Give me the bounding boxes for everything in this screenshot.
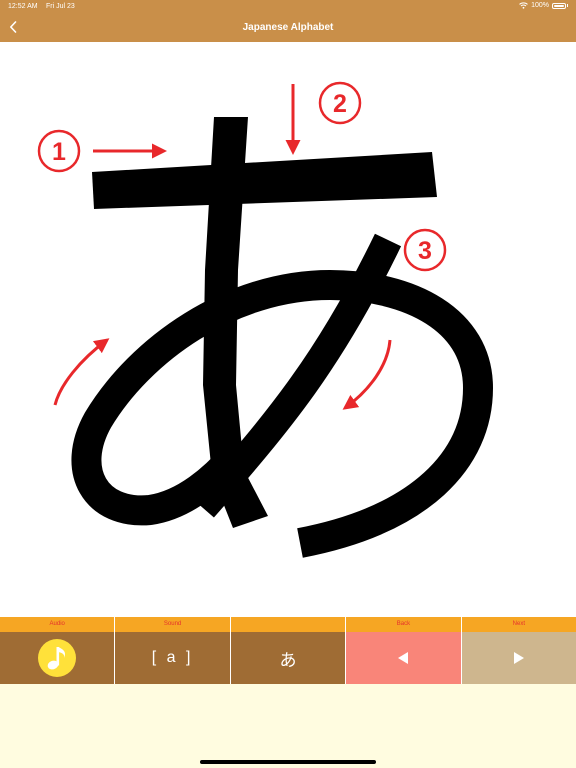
stroke-order-diagram: 1 2 3: [0, 42, 576, 617]
previous-button[interactable]: [346, 632, 461, 684]
kana-tool: あ: [230, 617, 347, 684]
sound-label: Sound: [115, 617, 230, 632]
kana-button[interactable]: あ: [230, 632, 346, 684]
status-time: 12:52 AM: [8, 3, 38, 10]
romaji-sound: [ a ]: [151, 649, 194, 666]
status-right: 100%: [519, 2, 568, 9]
next-label: Next: [461, 617, 576, 632]
stroke-number-3: 3: [418, 237, 432, 265]
next-tool: Next: [461, 617, 576, 684]
audio-tool: Audio: [0, 617, 116, 684]
status-date: Fri Jul 23: [46, 3, 75, 10]
next-button[interactable]: [461, 632, 576, 684]
nav-bar: Japanese Alphabet: [0, 13, 576, 42]
direction-arrow-3-right: [342, 339, 392, 410]
sound-tool: Sound [ a ]: [115, 617, 231, 684]
kana-character: あ: [279, 650, 297, 671]
kana-label: [230, 617, 346, 632]
sound-button[interactable]: [ a ]: [115, 632, 230, 684]
bottom-area: [0, 684, 576, 768]
audio-circle: [38, 639, 77, 677]
page-title: Japanese Alphabet: [242, 22, 334, 33]
character-glyph: [71, 117, 494, 558]
audio-button[interactable]: [0, 632, 115, 684]
battery-tip: [567, 4, 568, 7]
triangle-right-icon: [513, 652, 524, 664]
battery-percent: 100%: [531, 2, 549, 9]
battery-icon: [552, 2, 566, 9]
stroke-order-canvas: 1 2 3: [37, 81, 494, 558]
music-note-icon: [47, 647, 66, 670]
home-indicator: [200, 760, 376, 764]
stroke-number-2: 2: [333, 90, 347, 118]
wifi-icon: [519, 2, 528, 9]
back-label: Back: [346, 617, 461, 632]
stroke-1: [92, 152, 437, 209]
audio-label: Audio: [0, 617, 115, 632]
status-bar: 12:52 AM Fri Jul 23 100%: [0, 0, 576, 13]
stroke-number-1: 1: [52, 138, 66, 166]
control-toolbar: Audio Sound [ a ] あ Back Next: [0, 617, 576, 684]
back-tool: Back: [346, 617, 462, 684]
triangle-left-icon: [398, 652, 409, 664]
